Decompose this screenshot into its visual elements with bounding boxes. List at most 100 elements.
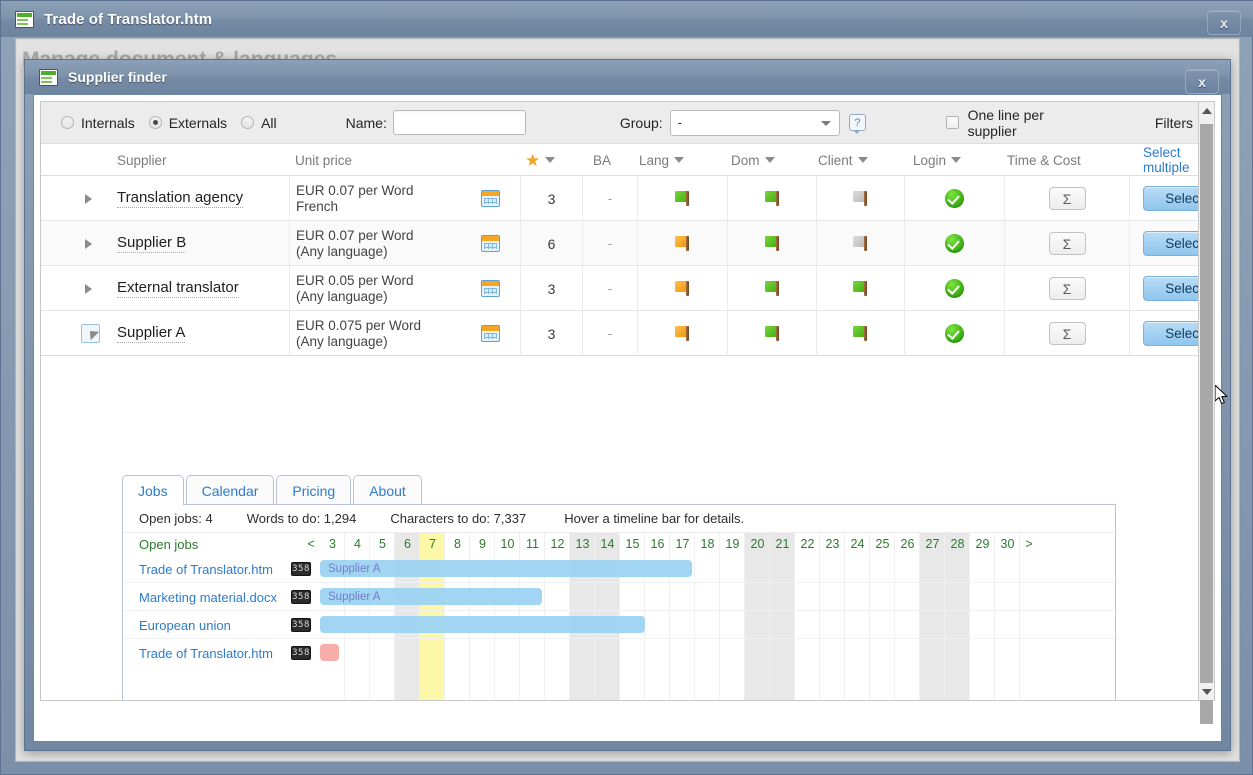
timeline-day-24[interactable]: 24 <box>845 533 870 555</box>
timeline-day-4[interactable]: 4 <box>345 533 370 555</box>
scroll-down-button[interactable] <box>1199 683 1214 700</box>
job-name-link[interactable]: European union <box>139 611 231 639</box>
col-header-dom-label: Dom <box>731 153 760 168</box>
row-time-cost: Σ <box>1004 266 1129 311</box>
name-input[interactable] <box>393 110 526 135</box>
timeline-bar[interactable] <box>320 616 645 633</box>
main-window-close-button[interactable]: x <box>1207 10 1241 35</box>
row-dom-status <box>727 311 816 356</box>
supplier-name-text: Translation agency <box>117 189 243 208</box>
tab-pricing[interactable]: Pricing <box>276 475 351 505</box>
timeline-day-30[interactable]: 30 <box>995 533 1020 555</box>
col-header-unit-price[interactable]: Unit price <box>295 144 352 176</box>
col-header-client[interactable]: Client <box>818 144 868 176</box>
row-supplier-name[interactable]: Translation agency <box>117 176 243 221</box>
sigma-button[interactable]: Σ <box>1049 322 1086 345</box>
job-name-link[interactable]: Trade of Translator.htm <box>139 555 273 583</box>
timeline-bar[interactable]: Supplier A <box>320 588 542 605</box>
col-header-lang[interactable]: Lang <box>639 144 684 176</box>
row-lang-status <box>637 266 727 311</box>
timeline-day-22[interactable]: 22 <box>795 533 820 555</box>
sigma-button[interactable]: Σ <box>1049 232 1086 255</box>
timeline-day-16[interactable]: 16 <box>645 533 670 555</box>
radio-externals[interactable]: Externals <box>149 115 227 131</box>
timeline-day-14[interactable]: 14 <box>595 533 620 555</box>
detail-content-box: Open jobs: 4 Words to do: 1,294 Characte… <box>122 504 1116 701</box>
col-header-login[interactable]: Login <box>913 144 961 176</box>
timeline-day-9[interactable]: 9 <box>470 533 495 555</box>
col-header-dom[interactable]: Dom <box>731 144 775 176</box>
sigma-button[interactable]: Σ <box>1049 187 1086 210</box>
radio-all-dot <box>241 116 254 129</box>
timeline-bar[interactable]: Supplier A <box>320 560 692 577</box>
flag-grey-icon <box>853 191 868 206</box>
row-calendar-button[interactable] <box>481 311 500 356</box>
help-icon[interactable]: ? <box>849 114 865 131</box>
job-name-link[interactable]: Trade of Translator.htm <box>139 639 273 667</box>
timeline-day-27[interactable]: 27 <box>920 533 945 555</box>
table-row[interactable]: Translation agency EUR 0.07 per Word Fre… <box>41 176 1214 221</box>
timeline-day-23[interactable]: 23 <box>820 533 845 555</box>
timeline-day-3[interactable]: 3 <box>320 533 345 555</box>
col-header-supplier[interactable]: Supplier <box>117 144 167 176</box>
scroll-up-button[interactable] <box>1199 102 1214 119</box>
job-name-link[interactable]: Marketing material.docx <box>139 583 277 611</box>
row-supplier-name[interactable]: Supplier B <box>117 221 186 266</box>
timeline-day-19[interactable]: 19 <box>720 533 745 555</box>
timeline-day-12[interactable]: 12 <box>545 533 570 555</box>
row-expander[interactable] <box>85 221 92 266</box>
tab-jobs[interactable]: Jobs <box>122 475 184 505</box>
timeline-day-11[interactable]: 11 <box>520 533 545 555</box>
timeline-day-18[interactable]: 18 <box>695 533 720 555</box>
sigma-button[interactable]: Σ <box>1049 277 1086 300</box>
table-row[interactable]: External translator EUR 0.05 per Word (A… <box>41 266 1214 311</box>
row-supplier-name[interactable]: External translator <box>117 266 239 311</box>
timeline-row-label: Open jobs <box>139 533 198 555</box>
supplier-detail-panel: Jobs Calendar Pricing About Open jobs: 4… <box>122 475 1116 701</box>
timeline-day-20[interactable]: 20 <box>745 533 770 555</box>
row-expander[interactable] <box>85 266 92 311</box>
radio-all[interactable]: All <box>241 115 277 131</box>
col-header-rating[interactable]: ★ <box>525 144 555 176</box>
row-calendar-button[interactable] <box>481 266 500 311</box>
one-line-per-supplier-option[interactable]: One line per supplier <box>946 107 1089 139</box>
row-calendar-button[interactable] <box>481 221 500 266</box>
timeline-prev-button[interactable]: < <box>302 533 320 555</box>
timeline-next-button[interactable]: > <box>1020 533 1038 555</box>
timeline-day-17[interactable]: 17 <box>670 533 695 555</box>
timeline-header-row: Open jobs < 3 4 5 6 7 8 9 10 11 <box>123 533 1115 555</box>
timeline-day-29[interactable]: 29 <box>970 533 995 555</box>
timeline-day-6[interactable]: 6 <box>395 533 420 555</box>
timeline-day-10[interactable]: 10 <box>495 533 520 555</box>
timeline-day-8[interactable]: 8 <box>445 533 470 555</box>
row-expander[interactable] <box>81 311 100 356</box>
table-row[interactable]: Supplier B EUR 0.07 per Word (Any langua… <box>41 221 1214 266</box>
timeline-day-7[interactable]: 7 <box>420 533 445 555</box>
table-row[interactable]: Supplier A EUR 0.075 per Word (Any langu… <box>41 311 1214 356</box>
timeline-day-26[interactable]: 26 <box>895 533 920 555</box>
ba-value: - <box>608 236 612 251</box>
tab-calendar[interactable]: Calendar <box>186 475 275 505</box>
timeline-bar[interactable] <box>320 644 339 661</box>
row-supplier-name[interactable]: Supplier A <box>117 311 185 356</box>
dialog-close-button[interactable]: x <box>1185 69 1219 94</box>
col-header-time-cost[interactable]: Time & Cost <box>1007 144 1081 176</box>
vertical-scrollbar[interactable] <box>1198 101 1215 701</box>
timeline-day-13[interactable]: 13 <box>570 533 595 555</box>
tab-about[interactable]: About <box>353 475 422 505</box>
scrollbar-thumb[interactable] <box>1200 124 1213 724</box>
group-select[interactable]: - <box>670 110 841 136</box>
one-line-per-supplier-checkbox[interactable] <box>946 116 959 129</box>
document-window-icon <box>15 11 34 28</box>
timeline-day-25[interactable]: 25 <box>870 533 895 555</box>
timeline-day-5[interactable]: 5 <box>370 533 395 555</box>
col-header-ba[interactable]: BA <box>593 144 611 176</box>
row-calendar-button[interactable] <box>481 176 500 221</box>
timeline-day-15[interactable]: 15 <box>620 533 645 555</box>
radio-internals[interactable]: Internals <box>61 115 135 131</box>
timeline-day-28[interactable]: 28 <box>945 533 970 555</box>
row-expander[interactable] <box>85 176 92 221</box>
row-time-cost: Σ <box>1004 221 1129 266</box>
timeline-day-21[interactable]: 21 <box>770 533 795 555</box>
col-header-lang-label: Lang <box>639 153 669 168</box>
